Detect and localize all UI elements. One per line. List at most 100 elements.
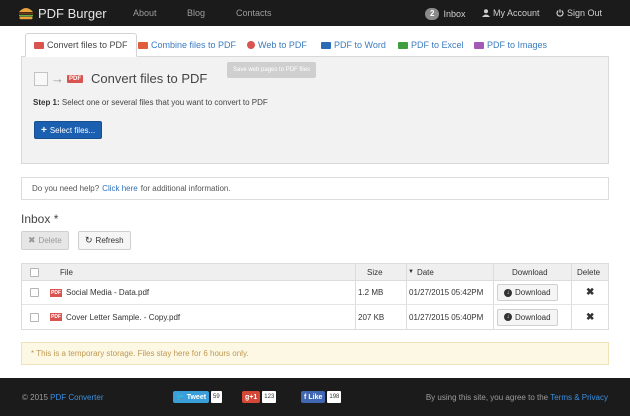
help-box: Do you need help? Click here for additio… — [21, 177, 609, 200]
converter-title: Convert files to PDF — [91, 71, 208, 86]
user-icon — [482, 9, 490, 17]
help-prefix: Do you need help? — [32, 184, 100, 193]
help-suffix: for additional information. — [140, 184, 231, 193]
gplus-count: 123 — [262, 391, 277, 403]
tab-web-to-pdf[interactable]: Web to PDF — [239, 33, 315, 57]
nav-signout-label: Sign Out — [567, 8, 603, 18]
brand-name: PDF Burger — [38, 5, 107, 21]
tab-label: PDF to Images — [487, 40, 548, 50]
delete-row-button[interactable]: ✖ — [586, 305, 594, 329]
file-date: 01/27/2015 05:42PM — [409, 288, 484, 297]
facebook-like-widget[interactable]: f Like 198 — [301, 391, 342, 403]
source-file-placeholder-icon — [34, 71, 48, 86]
file-date: 01/27/2015 05:40PM — [409, 312, 484, 322]
table-row: PDF Cover Letter Sample. - Copy.pdf 207 … — [22, 305, 608, 329]
download-cell: ↓ Download — [497, 305, 558, 329]
plus-icon: + — [41, 124, 47, 136]
tab-label: PDF to Excel — [411, 40, 464, 50]
file-name-cell[interactable]: PDF Cover Letter Sample. - Copy.pdf — [50, 305, 180, 329]
close-icon: ✖ — [28, 235, 36, 245]
header-file[interactable]: File — [60, 264, 73, 280]
pdf-target-icon: PDF — [67, 74, 83, 83]
power-icon — [556, 9, 564, 17]
row-checkbox[interactable] — [30, 281, 39, 304]
pdf-file-icon: PDF — [50, 313, 62, 321]
delete-row-button[interactable]: ✖ — [586, 281, 594, 304]
word-icon — [321, 41, 331, 49]
gplus-button[interactable]: g+1 — [242, 391, 261, 403]
download-button[interactable]: ↓ Download — [497, 308, 558, 326]
sort-desc-icon: ▼ — [408, 269, 414, 275]
converter-panel: → PDF Convert files to PDF Save web page… — [21, 56, 609, 164]
nav-contacts[interactable]: Contacts — [236, 8, 272, 18]
table-header: File Size ▼ Date Download Delete — [22, 264, 608, 281]
close-icon: ✖ — [586, 311, 595, 323]
brand-logo[interactable]: PDF Burger — [18, 4, 107, 22]
gplus-widget[interactable]: g+1 123 — [242, 391, 277, 403]
header-date[interactable]: ▼ Date — [408, 264, 434, 280]
select-files-button[interactable]: + Select files... — [34, 121, 103, 139]
tab-label: Convert files to PDF — [47, 40, 128, 50]
terms-prefix: By using this site, you agree to the — [425, 393, 549, 402]
tab-label: Combine files to PDF — [151, 40, 237, 50]
converter-header: → PDF Convert files to PDF — [34, 71, 207, 86]
like-count: 198 — [327, 391, 342, 403]
refresh-icon: ↻ — [85, 235, 93, 245]
step-text: Select one or several files that you wan… — [61, 98, 268, 107]
file-name-cell[interactable]: PDF Social Media - Data.pdf — [50, 281, 149, 304]
tab-label: PDF to Word — [334, 40, 386, 50]
footer-brand-link[interactable]: PDF Converter — [50, 393, 103, 402]
nav-inbox-label: Inbox — [443, 9, 466, 19]
file-name: Social Media - Data.pdf — [66, 288, 150, 297]
facebook-icon: f — [304, 393, 307, 401]
files-table: File Size ▼ Date Download Delete PDF Soc… — [21, 263, 609, 330]
nav-inbox[interactable]: 2 Inbox — [425, 8, 465, 20]
terms-link[interactable]: Terms & Privacy — [550, 393, 608, 402]
nav-sign-out[interactable]: Sign Out — [556, 8, 602, 18]
converter-tabs: Convert files to PDF Combine files to PD… — [21, 33, 609, 57]
inbox-title: Inbox * — [21, 212, 59, 226]
tweet-button[interactable]: 🐦 Tweet — [173, 391, 210, 403]
tab-combine-files[interactable]: Combine files to PDF — [130, 33, 244, 57]
delete-label: Delete — [38, 236, 62, 245]
select-all-checkbox[interactable] — [30, 264, 39, 280]
nav-account-label: My Account — [493, 8, 540, 18]
close-icon: ✖ — [586, 287, 595, 298]
footer: © 2015 PDF Converter 🐦 Tweet 59 g+1 123 … — [0, 378, 630, 416]
pdf-icon — [34, 41, 44, 49]
tab-pdf-to-images[interactable]: PDF to Images — [466, 33, 555, 57]
storage-notice: * This is a temporary storage. Files sta… — [21, 342, 609, 365]
download-label: Download — [515, 312, 551, 322]
combine-icon — [138, 41, 148, 49]
header-delete: Delete — [577, 267, 601, 277]
arrow-right-icon: → — [51, 71, 64, 86]
file-size: 1.2 MB — [358, 288, 384, 297]
refresh-button[interactable]: ↻ Refresh — [78, 231, 131, 250]
tweet-widget[interactable]: 🐦 Tweet 59 — [173, 391, 222, 403]
excel-icon — [398, 41, 408, 49]
tooltip: Save web pages to PDF files — [227, 62, 317, 78]
header-size[interactable]: Size — [367, 264, 383, 280]
tweet-label: Tweet — [186, 393, 207, 401]
inbox-count-badge: 2 — [425, 8, 440, 20]
copyright: © 2015 PDF Converter — [22, 393, 104, 402]
facebook-like-button[interactable]: f Like — [301, 391, 326, 403]
download-icon: ↓ — [504, 288, 512, 297]
tab-pdf-to-excel[interactable]: PDF to Excel — [390, 33, 472, 57]
delete-button[interactable]: ✖ Delete — [21, 231, 69, 250]
like-label: Like — [308, 393, 323, 401]
file-name: Cover Letter Sample. - Copy.pdf — [66, 312, 181, 322]
nav-about[interactable]: About — [133, 8, 157, 18]
download-button[interactable]: ↓ Download — [497, 284, 558, 301]
burger-icon — [19, 8, 33, 20]
tab-convert-files[interactable]: Convert files to PDF — [25, 33, 137, 57]
nav-blog[interactable]: Blog — [187, 8, 205, 18]
help-link[interactable]: Click here — [102, 184, 138, 193]
row-checkbox[interactable] — [30, 305, 39, 329]
download-icon: ↓ — [504, 313, 512, 321]
nav-my-account[interactable]: My Account — [482, 8, 540, 18]
tab-pdf-to-word[interactable]: PDF to Word — [313, 33, 394, 57]
terms-notice: By using this site, you agree to the Ter… — [426, 393, 608, 402]
tab-label: Web to PDF — [258, 40, 307, 50]
header-download: Download — [512, 267, 548, 277]
